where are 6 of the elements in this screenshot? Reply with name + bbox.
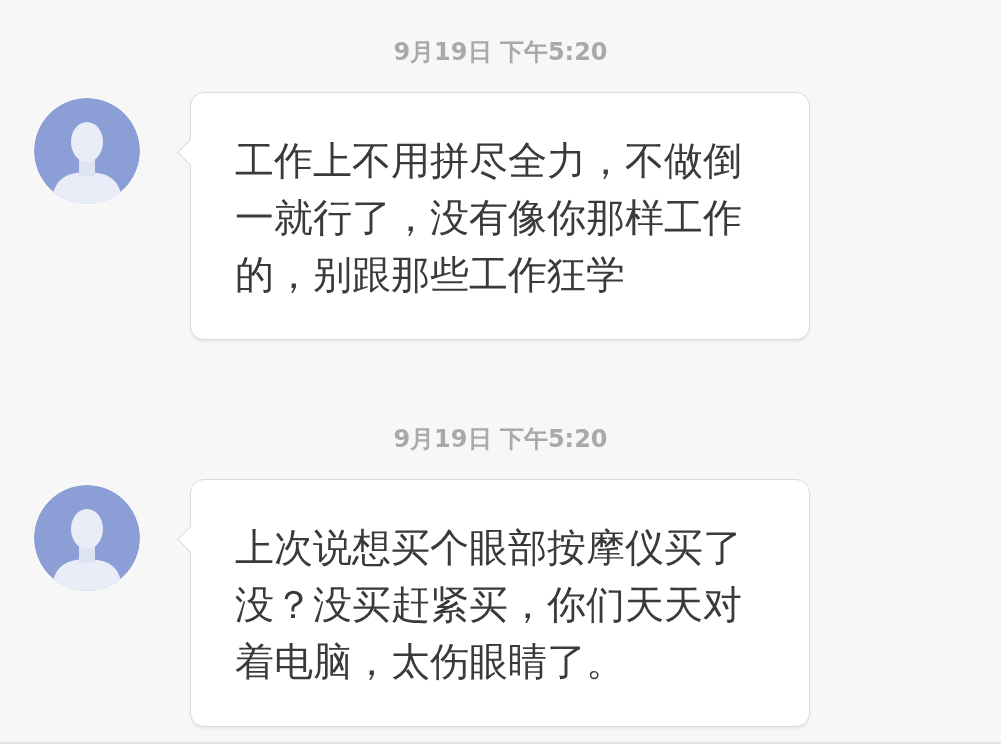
- message-time: 9月19日 下午5:20: [393, 37, 608, 67]
- avatar-icon: [34, 485, 140, 591]
- message-time: 9月19日 下午5:20: [393, 424, 608, 454]
- avatar-icon: [34, 98, 140, 204]
- message-text: 工作上不用拼尽全力，不做倒一就行了，没有像你那样工作的，别跟那些工作狂学: [235, 137, 743, 299]
- message-text: 上次说想买个眼部按摩仪买了没？没买赶紧买，你们天天对着电脑，太伤眼睛了。: [235, 524, 743, 686]
